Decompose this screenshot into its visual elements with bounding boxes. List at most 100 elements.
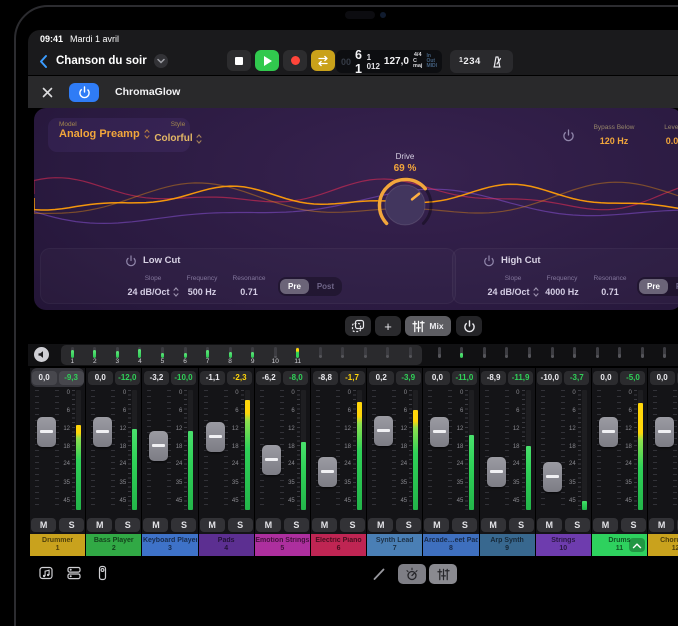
mute-button[interactable]: M (200, 518, 225, 532)
fader-handle[interactable] (374, 416, 393, 446)
high-cut-post-button[interactable]: Post (670, 279, 678, 294)
low-cut-pre-button[interactable]: Pre (280, 279, 309, 294)
low-cut-power-icon[interactable] (125, 255, 138, 268)
back-icon[interactable] (38, 54, 49, 69)
volume-value[interactable]: -1,1 (200, 371, 225, 385)
volume-value[interactable]: -10,0 (537, 371, 562, 385)
track-name-cell[interactable]: Chorus V12 (648, 534, 678, 556)
track-name-cell[interactable]: Synth Lead7 (367, 534, 422, 556)
fader-handle[interactable] (206, 422, 225, 452)
channel-strip-icon[interactable] (94, 565, 111, 581)
controls-view-button[interactable] (398, 564, 426, 584)
mute-button[interactable]: M (481, 518, 506, 532)
song-menu-button[interactable] (154, 54, 168, 68)
track-name-cell[interactable]: Pads4 (199, 534, 254, 556)
volume-value[interactable]: 0,0 (88, 371, 113, 385)
solo-button[interactable]: S (340, 518, 365, 532)
fader-handle[interactable] (262, 445, 281, 475)
high-cut-power-icon[interactable] (483, 255, 496, 268)
solo-button[interactable]: S (59, 518, 84, 532)
solo-button[interactable]: S (621, 518, 646, 532)
volume-value[interactable]: 0,0 (425, 371, 450, 385)
mute-button[interactable]: M (256, 518, 281, 532)
drive-knob[interactable] (371, 171, 439, 239)
volume-value[interactable]: -8,9 (481, 371, 506, 385)
track-name-cell[interactable]: Emotion Strings5 (255, 534, 310, 556)
play-button[interactable] (255, 50, 279, 71)
bypass-power-icon[interactable] (562, 129, 575, 142)
track-name-cell[interactable]: Bass Player2 (86, 534, 141, 556)
fader-handle[interactable] (93, 417, 112, 447)
mute-button[interactable]: M (424, 518, 449, 532)
bypass-below-control[interactable]: Bypass Below 120 Hz (582, 124, 646, 149)
mute-button[interactable]: M (537, 518, 562, 532)
fader-handle[interactable] (318, 457, 337, 487)
loops-browser-icon[interactable] (38, 565, 55, 581)
lcd-display[interactable]: 00 6 1 1 012 127,0 4/4 C maj In Out MIDI (336, 50, 442, 73)
fader-handle[interactable] (599, 417, 618, 447)
low-cut-resonance[interactable]: Resonance 0.71 (217, 275, 281, 300)
fader-handle[interactable] (430, 417, 449, 447)
fader-handle[interactable] (37, 417, 56, 447)
track-name-cell[interactable]: Strings10 (536, 534, 591, 556)
volume-value[interactable]: 0,0 (593, 371, 618, 385)
fader-handle[interactable] (149, 431, 168, 461)
fader-handle[interactable] (543, 462, 562, 492)
fader-handle[interactable] (655, 417, 674, 447)
track-name-cell[interactable]: Arp Synth9 (480, 534, 535, 556)
solo-button[interactable]: S (452, 518, 477, 532)
fader-handle[interactable] (487, 457, 506, 487)
solo-button[interactable]: S (396, 518, 421, 532)
volume-value[interactable]: 0,0 (32, 371, 57, 385)
volume-value[interactable]: 0,2 (369, 371, 394, 385)
volume-value[interactable]: -8,8 (313, 371, 338, 385)
mute-button[interactable]: M (31, 518, 56, 532)
cycle-button[interactable] (311, 50, 335, 71)
add-track-button[interactable]: + (375, 316, 401, 336)
high-cut-pre-button[interactable]: Pre (639, 279, 668, 294)
solo-button[interactable]: S (284, 518, 309, 532)
track-name-cell[interactable]: Drums11 (592, 534, 647, 556)
mute-button[interactable]: M (368, 518, 393, 532)
track-name-cell[interactable]: Arcade…eet Pad8 (423, 534, 478, 556)
solo-button[interactable]: S (565, 518, 590, 532)
level-control[interactable]: Level 0.0 (646, 124, 678, 149)
style-select[interactable]: Style Colorful (135, 118, 221, 152)
mute-button[interactable]: M (593, 518, 618, 532)
mute-button[interactable]: M (649, 518, 674, 532)
edit-pencil-icon[interactable] (372, 567, 386, 581)
record-button[interactable] (283, 50, 307, 71)
volume-value[interactable]: 0,0 (650, 371, 675, 385)
low-cut-post-button[interactable]: Post (311, 279, 340, 294)
track-name-cell[interactable]: Electric Piano6 (311, 534, 366, 556)
solo-button[interactable]: S (115, 518, 140, 532)
channel-overview-strip[interactable]: 1234567891011 (28, 344, 678, 366)
solo-button[interactable]: S (171, 518, 196, 532)
meter-scale-label: 18 (338, 444, 351, 450)
mixer-power-button[interactable] (456, 316, 482, 336)
high-cut-resonance[interactable]: Resonance 0.71 (578, 275, 642, 300)
track-name-cell[interactable]: Drummer1 (30, 534, 85, 556)
mute-button[interactable]: M (143, 518, 168, 532)
plugin-power-button[interactable] (69, 83, 99, 102)
close-icon[interactable] (42, 87, 53, 98)
song-title[interactable]: Chanson du soir (56, 55, 147, 67)
expand-track-button[interactable] (629, 538, 645, 552)
faders-view-button[interactable] (429, 564, 457, 584)
master-output-icon[interactable] (34, 347, 49, 362)
stop-button[interactable] (227, 50, 251, 71)
mute-button[interactable]: M (87, 518, 112, 532)
track-name-cell[interactable]: Keyboard Player3 (142, 534, 197, 556)
mix-view-button[interactable]: Mix (405, 316, 451, 336)
volume-value[interactable]: -6,2 (256, 371, 281, 385)
duplicate-button[interactable] (345, 316, 371, 336)
fader-zone: 061218243545 (86, 387, 141, 516)
solo-button[interactable]: S (228, 518, 253, 532)
overview-viewport[interactable]: 1234567891011 (61, 345, 422, 365)
browsers-icon[interactable] (66, 565, 83, 581)
mute-button[interactable]: M (312, 518, 337, 532)
metronome-icon[interactable] (490, 55, 504, 69)
solo-button[interactable]: S (509, 518, 534, 532)
volume-value[interactable]: -3,2 (144, 371, 169, 385)
count-in-button[interactable]: 1234 (459, 56, 481, 67)
